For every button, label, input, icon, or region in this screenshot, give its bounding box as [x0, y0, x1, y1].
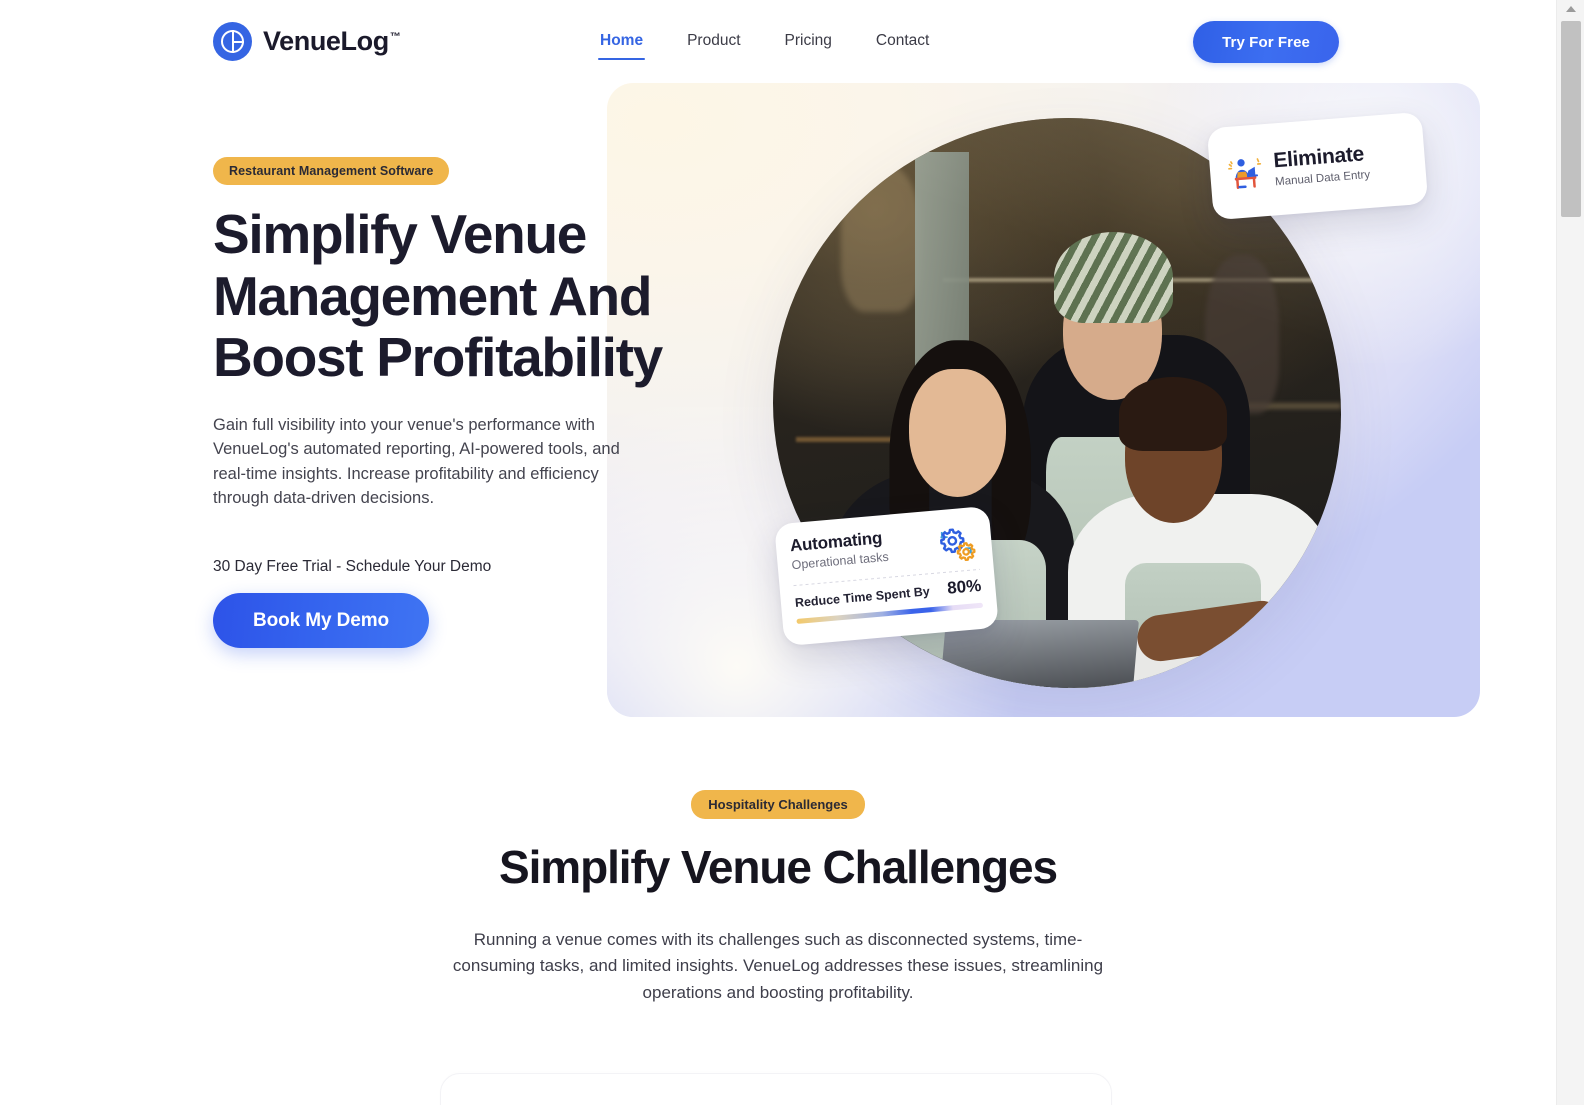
hero-badge-wrap: Restaurant Management Software [213, 83, 713, 185]
hero-badge: Restaurant Management Software [213, 157, 450, 185]
try-for-free-button[interactable]: Try For Free [1193, 21, 1339, 63]
book-my-demo-button[interactable]: Book My Demo [213, 593, 430, 649]
hero-paragraph: Gain full visibility into your venue's p… [213, 415, 620, 507]
hero-visual-panel: Eliminate Manual Data Entry Automating O… [607, 83, 1480, 717]
vertical-scrollbar[interactable] [1556, 0, 1584, 1105]
gears-icon [940, 528, 976, 562]
hero-section: Eliminate Manual Data Entry Automating O… [0, 83, 1556, 733]
trademark-symbol: ™ [389, 31, 401, 43]
automating-metric-label: Reduce Time Spent By [794, 584, 931, 611]
challenges-section: Hospitality Challenges Simplify Venue Ch… [0, 790, 1556, 1006]
hero-heading: Simplify Venue Management And Boost Prof… [213, 203, 663, 389]
nav-item-home[interactable]: Home [597, 28, 646, 61]
person-at-desk-icon [1228, 158, 1262, 189]
logo-text-label: VenueLog [263, 26, 389, 56]
hero-trial-line: 30 Day Free Trial - Schedule Your Demo [213, 558, 492, 576]
nav-item-contact[interactable]: Contact [876, 28, 929, 60]
eliminate-card-text: Eliminate Manual Data Entry [1273, 142, 1371, 190]
hero-text-column: Restaurant Management Software Simplify … [213, 83, 713, 649]
automating-floating-card: Automating Operational tasks Reduce Time… [774, 505, 999, 647]
brand-logo[interactable]: VenueLog™ [213, 22, 401, 61]
automating-card-headings: Automating Operational tasks [789, 528, 889, 572]
challenges-badge: Hospitality Challenges [691, 790, 865, 819]
next-content-card [440, 1073, 1112, 1105]
site-header: VenueLog™ Home Product Pricing Contact T… [0, 0, 1556, 83]
venuelog-circle-logo-icon [213, 22, 252, 61]
logo-wordmark: VenueLog™ [263, 26, 401, 57]
scrollbar-up-arrow-icon[interactable] [1565, 6, 1576, 12]
eliminate-floating-card: Eliminate Manual Data Entry [1206, 111, 1429, 221]
automating-card-header: Automating Operational tasks [789, 520, 979, 578]
browser-viewport: VenueLog™ Home Product Pricing Contact T… [0, 0, 1556, 1105]
logo-horizontal-bar [232, 40, 244, 43]
nav-item-pricing[interactable]: Pricing [785, 28, 832, 60]
scrollbar-thumb[interactable] [1561, 21, 1581, 217]
primary-navigation: Home Product Pricing Contact [597, 28, 929, 61]
automating-metric-value: 80% [946, 575, 982, 598]
challenges-heading: Simplify Venue Challenges [499, 841, 1058, 893]
nav-item-product[interactable]: Product [687, 28, 740, 60]
eliminate-card-title: Eliminate [1272, 142, 1365, 173]
challenges-paragraph: Running a venue comes with its challenge… [452, 930, 1104, 1002]
page-root: VenueLog™ Home Product Pricing Contact T… [0, 0, 1584, 1105]
